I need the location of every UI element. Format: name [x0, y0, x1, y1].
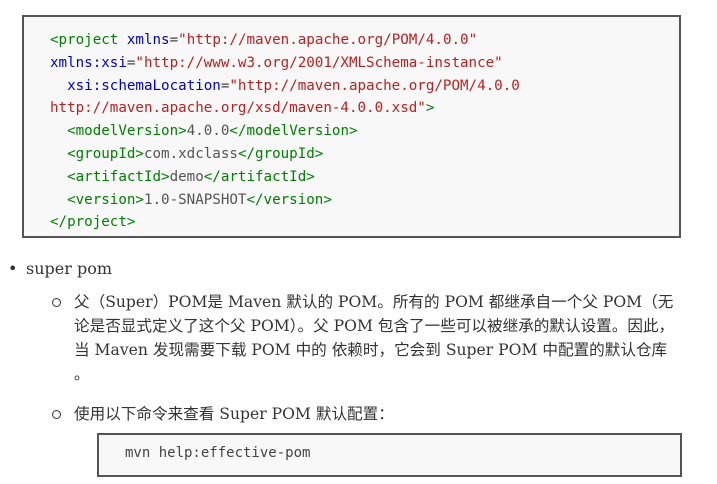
sub-bullet-circle — [52, 410, 61, 419]
bullet-dot: • — [8, 259, 18, 278]
bullet-super-pom: • super pom — [8, 257, 112, 281]
code-line-model: <modelVersion>4.0.0</modelVersion> — [67, 123, 358, 140]
code-line-artifact: <artifactId>demo</artifactId> — [67, 168, 315, 185]
code-line-end: </project> — [50, 214, 136, 231]
code-line-2: xmlns:xsi="http://www.w3.org/2001/XMLSch… — [50, 54, 503, 71]
sub-bullet-circle — [52, 298, 61, 307]
xml-code-block: <project xmlns="http://maven.apache.org/… — [22, 15, 681, 238]
sub-item-description: 父（Super）POM是 Maven 默认的 POM。所有的 POM 都继承自一… — [52, 290, 686, 386]
code-line-4: http://maven.apache.org/xsd/maven-4.0.0.… — [50, 100, 435, 117]
sub-item-command-intro-text: 使用以下命令来查看 Super POM 默认配置： — [74, 405, 394, 423]
code-line-1: <project xmlns="http://maven.apache.org/… — [50, 32, 478, 48]
code-line-version: <version>1.0-SNAPSHOT</version> — [67, 191, 332, 208]
command-code-block: mvn help:effective-pom — [97, 433, 682, 477]
code-line-3: xsi:schemaLocation="http://maven.apache.… — [67, 77, 520, 94]
command-text: mvn help:effective-pom — [125, 445, 311, 461]
sub-item-command-intro: 使用以下命令来查看 Super POM 默认配置： — [52, 402, 686, 426]
bullet-label: super pom — [26, 259, 113, 278]
code-line-group: <groupId>com.xdclass</groupId> — [67, 145, 324, 162]
sub-item-description-text: 父（Super）POM是 Maven 默认的 POM。所有的 POM 都继承自一… — [74, 293, 675, 383]
